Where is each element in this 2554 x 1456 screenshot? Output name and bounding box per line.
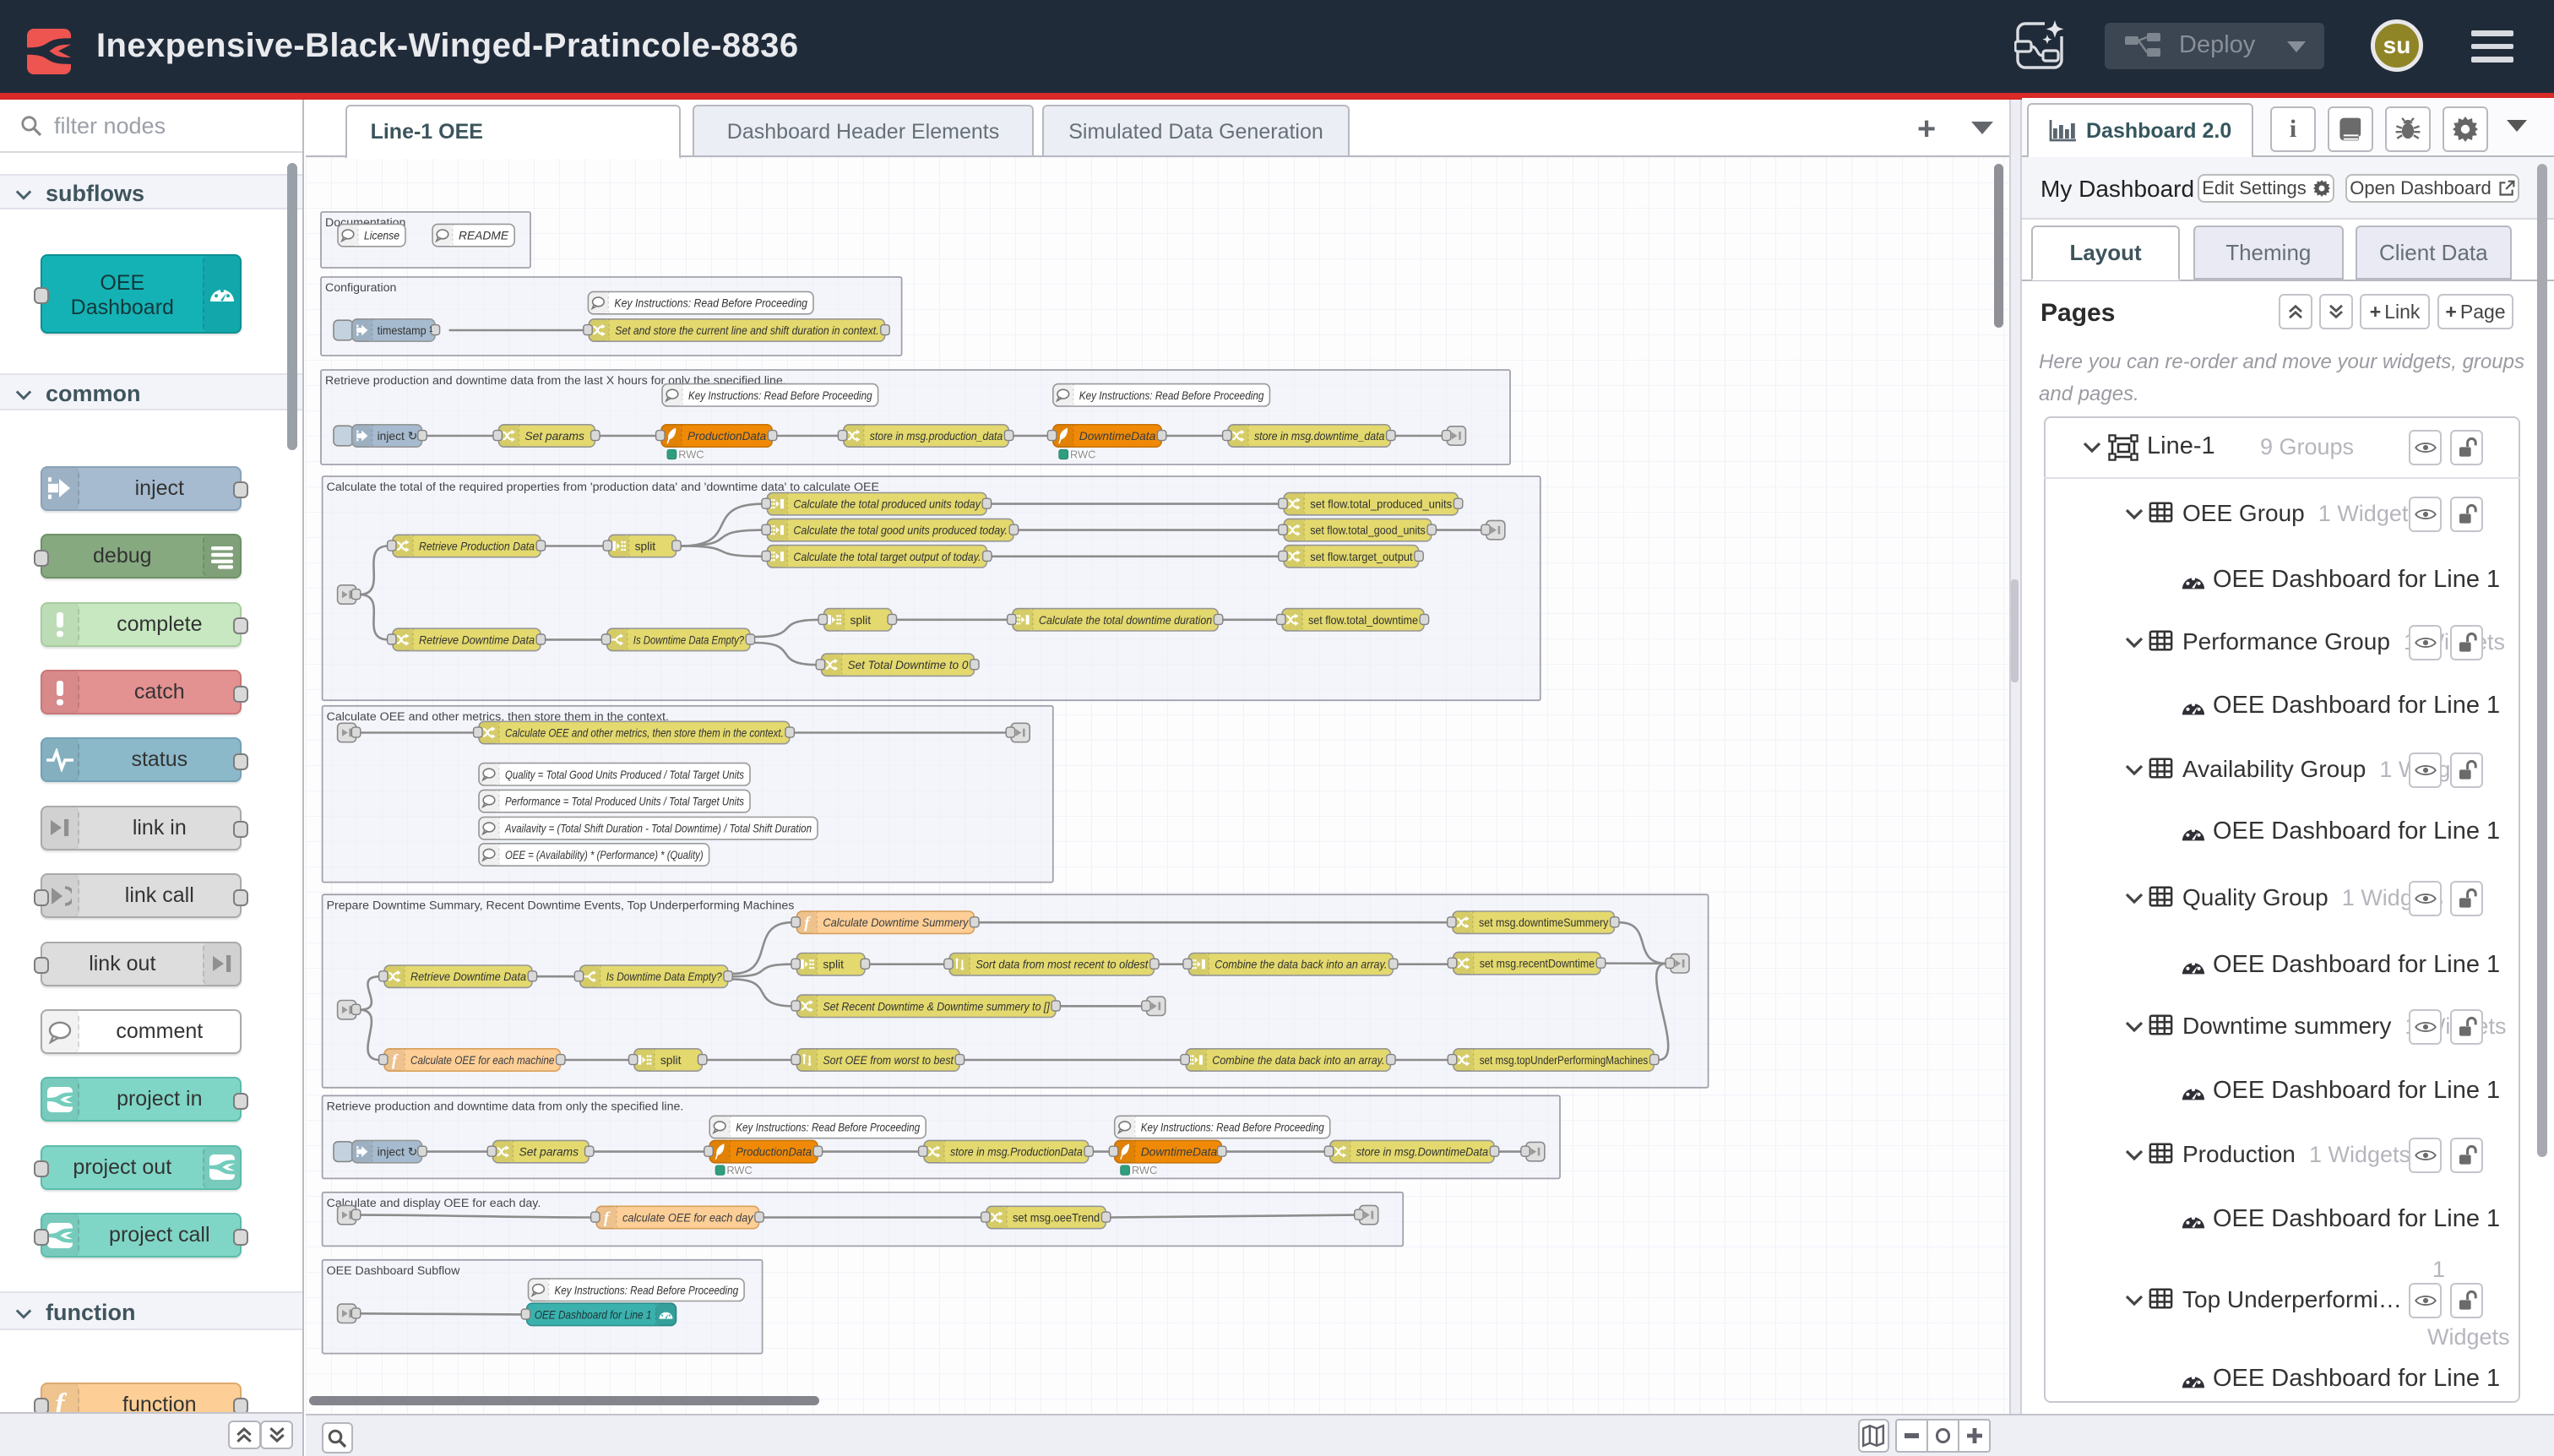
svg-text:store in msg.production_data: store in msg.production_data xyxy=(870,430,1003,443)
svg-text:Calculate the total produced u: Calculate the total produced units today xyxy=(793,498,981,511)
svg-text:Retrieve Downtime Data: Retrieve Downtime Data xyxy=(419,633,535,646)
svg-text:Sort OEE from worst to best: Sort OEE from worst to best xyxy=(823,1054,954,1067)
svg-text:DowntimeData: DowntimeData xyxy=(1079,430,1156,443)
svg-text:RWC: RWC xyxy=(1132,1164,1157,1176)
svg-text:Key Instructions: Read Before: Key Instructions: Read Before Proceeding xyxy=(614,297,807,310)
svg-text:Calculate the total downtime d: Calculate the total downtime duration xyxy=(1039,614,1212,627)
svg-text:RWC: RWC xyxy=(726,1164,752,1176)
svg-text:Set Recent Downtime & Downtime: Set Recent Downtime & Downtime summery t… xyxy=(823,1000,1050,1013)
svg-text:Calculate OEE and other metric: Calculate OEE and other metrics, then st… xyxy=(505,727,784,740)
svg-text:inject ↻: inject ↻ xyxy=(378,1146,418,1159)
svg-text:RWC: RWC xyxy=(1070,448,1095,460)
svg-text:split: split xyxy=(635,541,656,553)
svg-text:split: split xyxy=(660,1054,682,1067)
svg-text:OEE Dashboard for Line 1: OEE Dashboard for Line 1 xyxy=(535,1308,652,1321)
svg-text:set msg.recentDowntime: set msg.recentDowntime xyxy=(1480,958,1595,970)
svg-text:Availavity = (Total Shift Dura: Availavity = (Total Shift Duration - Tot… xyxy=(504,823,812,835)
svg-text:OEE Dashboard Subflow: OEE Dashboard Subflow xyxy=(327,1264,460,1278)
svg-text:Key Instructions: Read Before: Key Instructions: Read Before Proceeding xyxy=(688,389,872,402)
svg-text:DowntimeData: DowntimeData xyxy=(1141,1146,1218,1159)
svg-text:store in msg.downtime_data: store in msg.downtime_data xyxy=(1254,430,1385,443)
svg-text:OEE = (Availability) * (Perfor: OEE = (Availability) * (Performance) * (… xyxy=(505,849,704,861)
svg-text:Key Instructions: Read Before: Key Instructions: Read Before Proceeding xyxy=(1079,389,1264,402)
svg-text:Key Instructions: Read Before: Key Instructions: Read Before Proceeding xyxy=(736,1122,920,1134)
svg-text:set msg.topUnderPerformingMach: set msg.topUnderPerformingMachines xyxy=(1480,1054,1649,1067)
svg-text:Performance = Total Produced U: Performance = Total Produced Units / Tot… xyxy=(505,796,744,808)
svg-text:Key Instructions: Read Before: Key Instructions: Read Before Proceeding xyxy=(1141,1122,1324,1134)
svg-text:Calculate the total good units: Calculate the total good units produced … xyxy=(793,524,1008,537)
svg-text:set flow.total_good_units: set flow.total_good_units xyxy=(1310,524,1426,537)
svg-text:set msg.downtimeSummery: set msg.downtimeSummery xyxy=(1479,916,1608,929)
svg-text:Quality = Total Good Units Pro: Quality = Total Good Units Produced / To… xyxy=(505,769,744,781)
svg-text:Set params: Set params xyxy=(519,1146,579,1159)
svg-text:set flow.target_output: set flow.target_output xyxy=(1310,551,1413,563)
svg-text:README: README xyxy=(459,230,509,242)
svg-text:Configuration: Configuration xyxy=(325,281,396,295)
svg-text:calculate OEE for each day: calculate OEE for each day xyxy=(622,1212,754,1225)
svg-text:timestamp 1: timestamp 1 xyxy=(378,324,433,337)
svg-text:Retrieve Production Data: Retrieve Production Data xyxy=(419,541,535,553)
svg-text:Calculate OEE for each machine: Calculate OEE for each machine xyxy=(410,1054,555,1067)
svg-text:Retrieve production and downti: Retrieve production and downtime data fr… xyxy=(327,1100,684,1114)
svg-text:split: split xyxy=(823,959,844,971)
svg-text:Calculate and display OEE for: Calculate and display OEE for each day. xyxy=(327,1197,541,1210)
svg-text:Retrieve Downtime Data: Retrieve Downtime Data xyxy=(410,970,526,983)
svg-text:ProductionData: ProductionData xyxy=(736,1146,812,1159)
svg-text:Calculate Downtime Summery: Calculate Downtime Summery xyxy=(823,916,969,929)
svg-text:License: License xyxy=(364,230,399,242)
svg-text:Key Instructions: Read Before: Key Instructions: Read Before Proceeding xyxy=(555,1284,739,1296)
svg-text:Combine the data back into an: Combine the data back into an array. xyxy=(1212,1054,1384,1067)
svg-text:Set and store the current line: Set and store the current line and shift… xyxy=(615,324,878,337)
svg-text:RWC: RWC xyxy=(678,448,704,460)
svg-text:Is Downtime Data Empty?: Is Downtime Data Empty? xyxy=(606,970,722,983)
svg-text:ProductionData: ProductionData xyxy=(687,430,767,443)
svg-text:set flow.total_downtime: set flow.total_downtime xyxy=(1308,614,1418,627)
svg-text:store in msg.ProductionData: store in msg.ProductionData xyxy=(950,1146,1083,1159)
svg-text:Calculate the total target out: Calculate the total target output of tod… xyxy=(793,551,981,563)
svg-text:set flow.total_produced_units: set flow.total_produced_units xyxy=(1310,498,1452,511)
svg-text:split: split xyxy=(850,614,872,627)
svg-text:set msg.oeeTrend: set msg.oeeTrend xyxy=(1013,1212,1100,1225)
svg-text:Sort data from most recent to: Sort data from most recent to oldest xyxy=(975,959,1149,971)
svg-text:store in msg.DowntimeData: store in msg.DowntimeData xyxy=(1356,1146,1489,1159)
svg-text:Set params: Set params xyxy=(524,430,584,443)
svg-text:Prepare Downtime Summary, Rece: Prepare Downtime Summary, Recent Downtim… xyxy=(327,899,795,912)
svg-text:Is Downtime Data Empty?: Is Downtime Data Empty? xyxy=(633,633,744,646)
svg-text:Combine the data back into an: Combine the data back into an array. xyxy=(1215,959,1387,971)
svg-text:inject ↻: inject ↻ xyxy=(378,430,418,443)
svg-text:Set Total Downtime to 0: Set Total Downtime to 0 xyxy=(848,659,969,671)
